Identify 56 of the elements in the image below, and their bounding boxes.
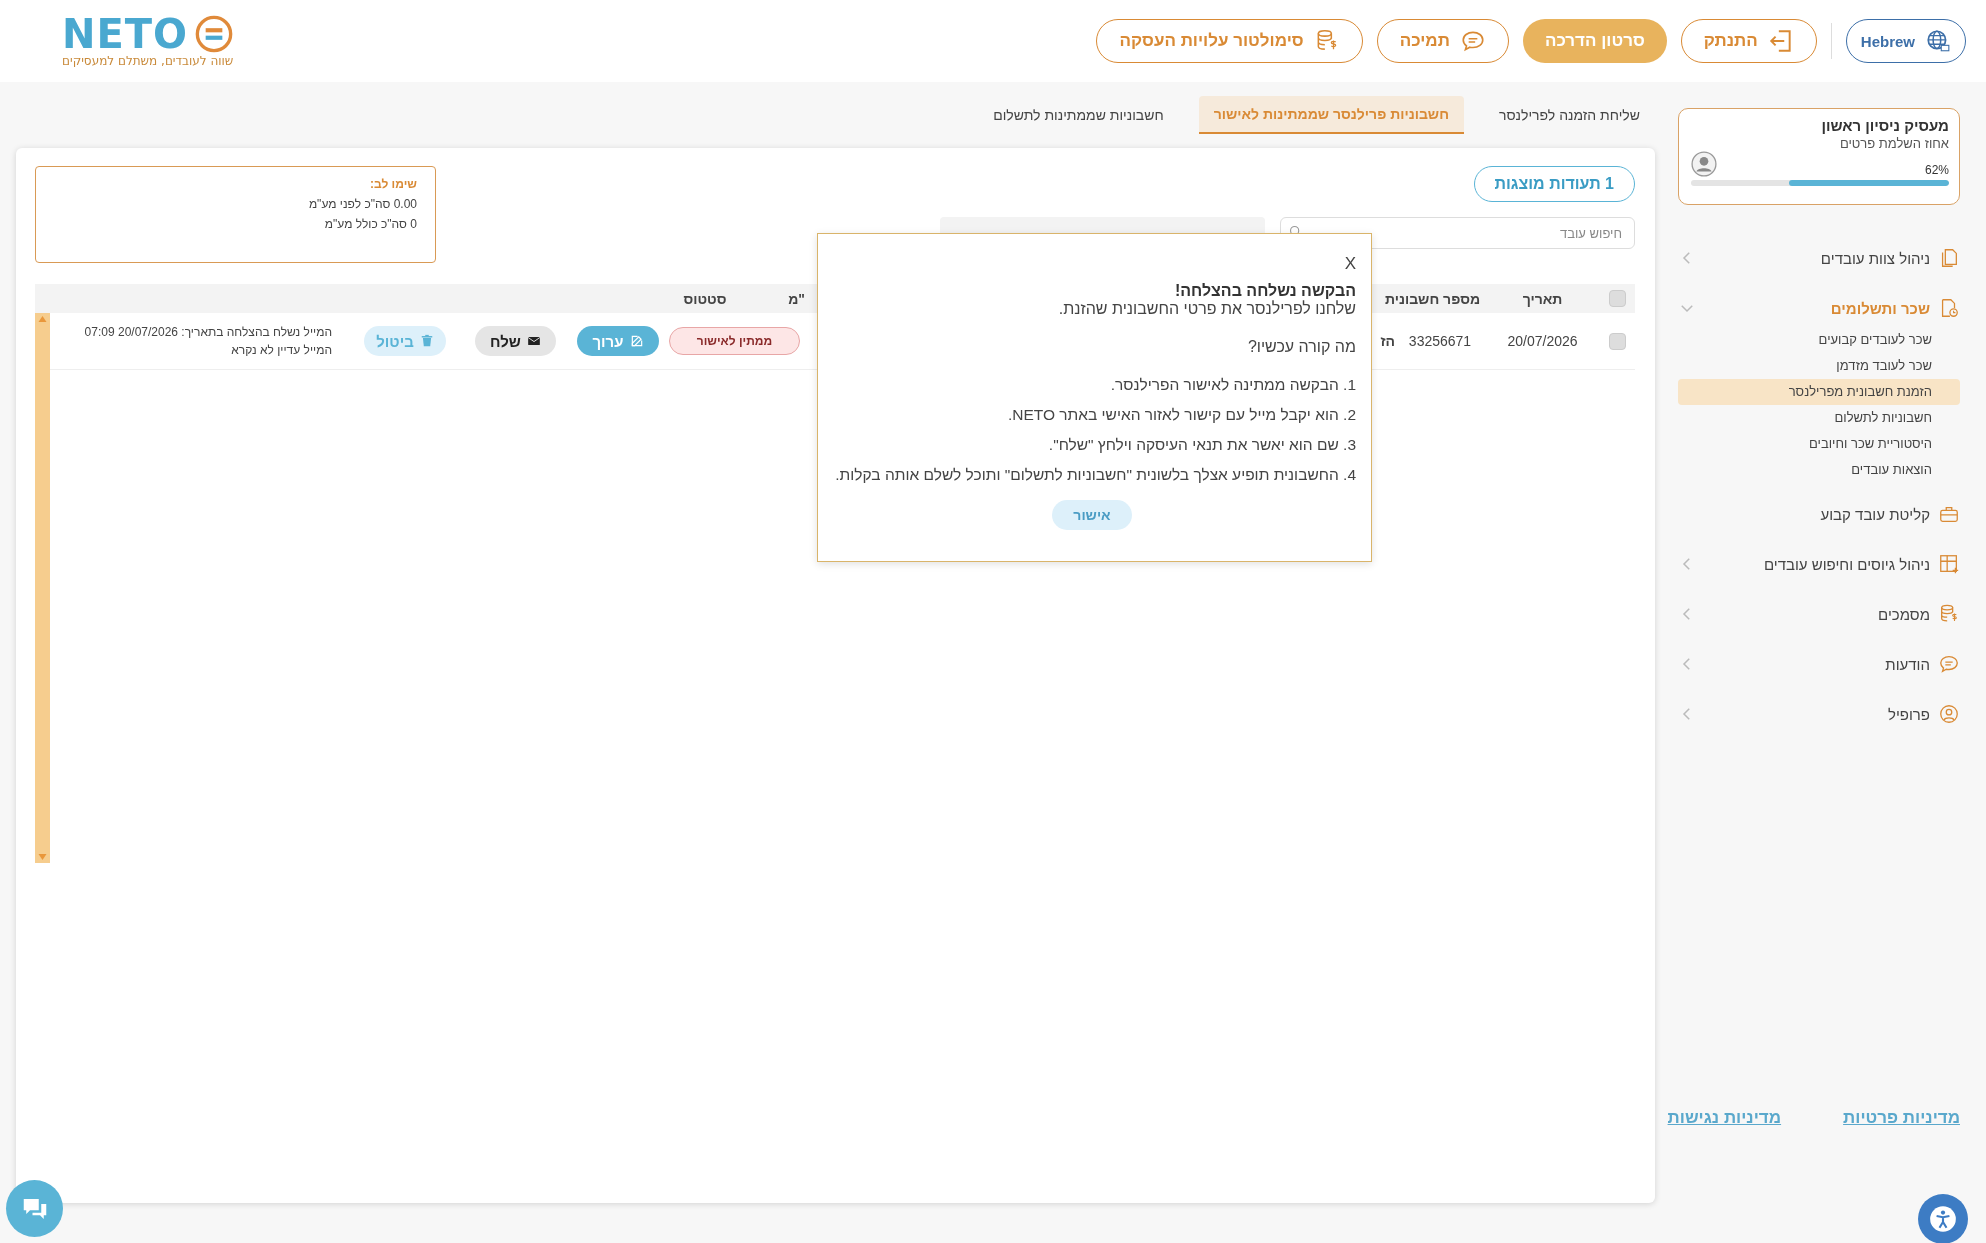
menu-item[interactable]: פרופיל: [1678, 689, 1960, 739]
table-cell: 33256671: [1408, 333, 1472, 349]
dialog-text: שלחנו לפרילנסר את פרטי החשבונית שהזנת.: [1057, 300, 1356, 318]
row-checkbox[interactable]: [1609, 332, 1626, 350]
step-text: 3. שם הוא יאשר את תנאי העיסקה וילחץ "שלח".: [1047, 436, 1356, 454]
status-badge: ממתין לאישור: [669, 327, 800, 355]
note-line: 0.00 סה"כ לפני מע"מ: [307, 197, 417, 211]
edit-icon: [629, 334, 644, 348]
dialog-question: מה קורה עכשיו?: [1246, 338, 1356, 356]
employer-name: מעסיק ניסיון ראשון: [1821, 117, 1949, 134]
column-header: "מ: [788, 290, 805, 307]
column-header: מספר חשבונית: [1384, 290, 1481, 307]
tab[interactable]: שליחת הזמנה לפרילנסר: [1483, 97, 1655, 133]
trash-icon: [419, 334, 434, 348]
menu-item[interactable]: ניהול צוות עובדים: [1678, 233, 1960, 283]
tab[interactable]: חשבוניות שממתינות לתשלום: [978, 97, 1179, 133]
submenu-item[interactable]: היסטוריית שכר וחיובים: [1678, 431, 1960, 457]
submenu-item[interactable]: הזמנת חשבונית מפרילנסר: [1678, 379, 1960, 405]
user-circle-icon: [1938, 703, 1960, 725]
menu-item[interactable]: קליטת עובד קבוע: [1678, 489, 1960, 539]
language-button[interactable]: Hebrew: [1845, 19, 1966, 63]
step-text: 4. החשבונית תופיע אצלך בלשונית "חשבוניות לתשלום" ותוכל לשלם אותה בקלות.: [834, 466, 1356, 484]
email-status-text: המייל עדיין לא נקרא: [230, 342, 332, 359]
globe-icon: [1925, 28, 1951, 54]
completion-percent: 62%: [1924, 163, 1949, 177]
envelope-icon: [526, 334, 541, 348]
chat-button[interactable]: [6, 1180, 63, 1237]
avatar-icon: [1691, 151, 1717, 177]
column-header: סטטוס: [683, 290, 727, 307]
table-plus-icon: [1938, 553, 1960, 575]
step-text: 2. הוא יקבל מייל עם קישור לאזור האישי באתר NETO.: [1006, 406, 1356, 424]
send-button[interactable]: שלח: [475, 326, 556, 356]
close-button[interactable]: X: [1344, 254, 1356, 274]
menu-item[interactable]: מסמכים: [1678, 589, 1960, 639]
logo-wordmark: NETO: [62, 14, 189, 54]
table-cell: הז: [1380, 333, 1395, 349]
chat-icon: [1938, 653, 1960, 675]
select-all-checkbox[interactable]: [1609, 290, 1626, 307]
submenu-item[interactable]: חשבוניות לתשלום: [1678, 405, 1960, 431]
dialog-title: הבקשה נשלחה בהצלחה!: [1173, 282, 1356, 300]
note-line: 0 סה"כ כולל מע"מ: [323, 217, 417, 231]
submenu-item[interactable]: שכר לעובד מזדמן: [1678, 353, 1960, 379]
step-text: 1. הבקשה ממתינה לאישור הפרילנסר.: [1109, 376, 1356, 394]
menu-item[interactable]: ניהול גיוסים וחיפוש עובדים: [1678, 539, 1960, 589]
table-cell: 20/07/2026: [1507, 333, 1578, 349]
logout-icon: [1767, 28, 1794, 54]
completion-label: אחוז השלמת פרטים: [1839, 136, 1949, 151]
submenu-item[interactable]: הוצאות עובדים: [1678, 457, 1960, 483]
logo-icon: [194, 14, 235, 54]
email-status-text: המייל נשלח בהצלחה בתאריך: 20/07/2026 07:09: [84, 324, 332, 341]
accessibility-icon: [1929, 1205, 1957, 1233]
accessibility-button[interactable]: [1918, 1194, 1968, 1243]
menu-item[interactable]: הודעות: [1678, 639, 1960, 689]
column-header: תאריך: [1522, 290, 1563, 307]
note-title: שימו לב:: [369, 177, 417, 191]
logo-tagline: שווה לעובדים, משתלם למעסיקים: [62, 54, 234, 68]
